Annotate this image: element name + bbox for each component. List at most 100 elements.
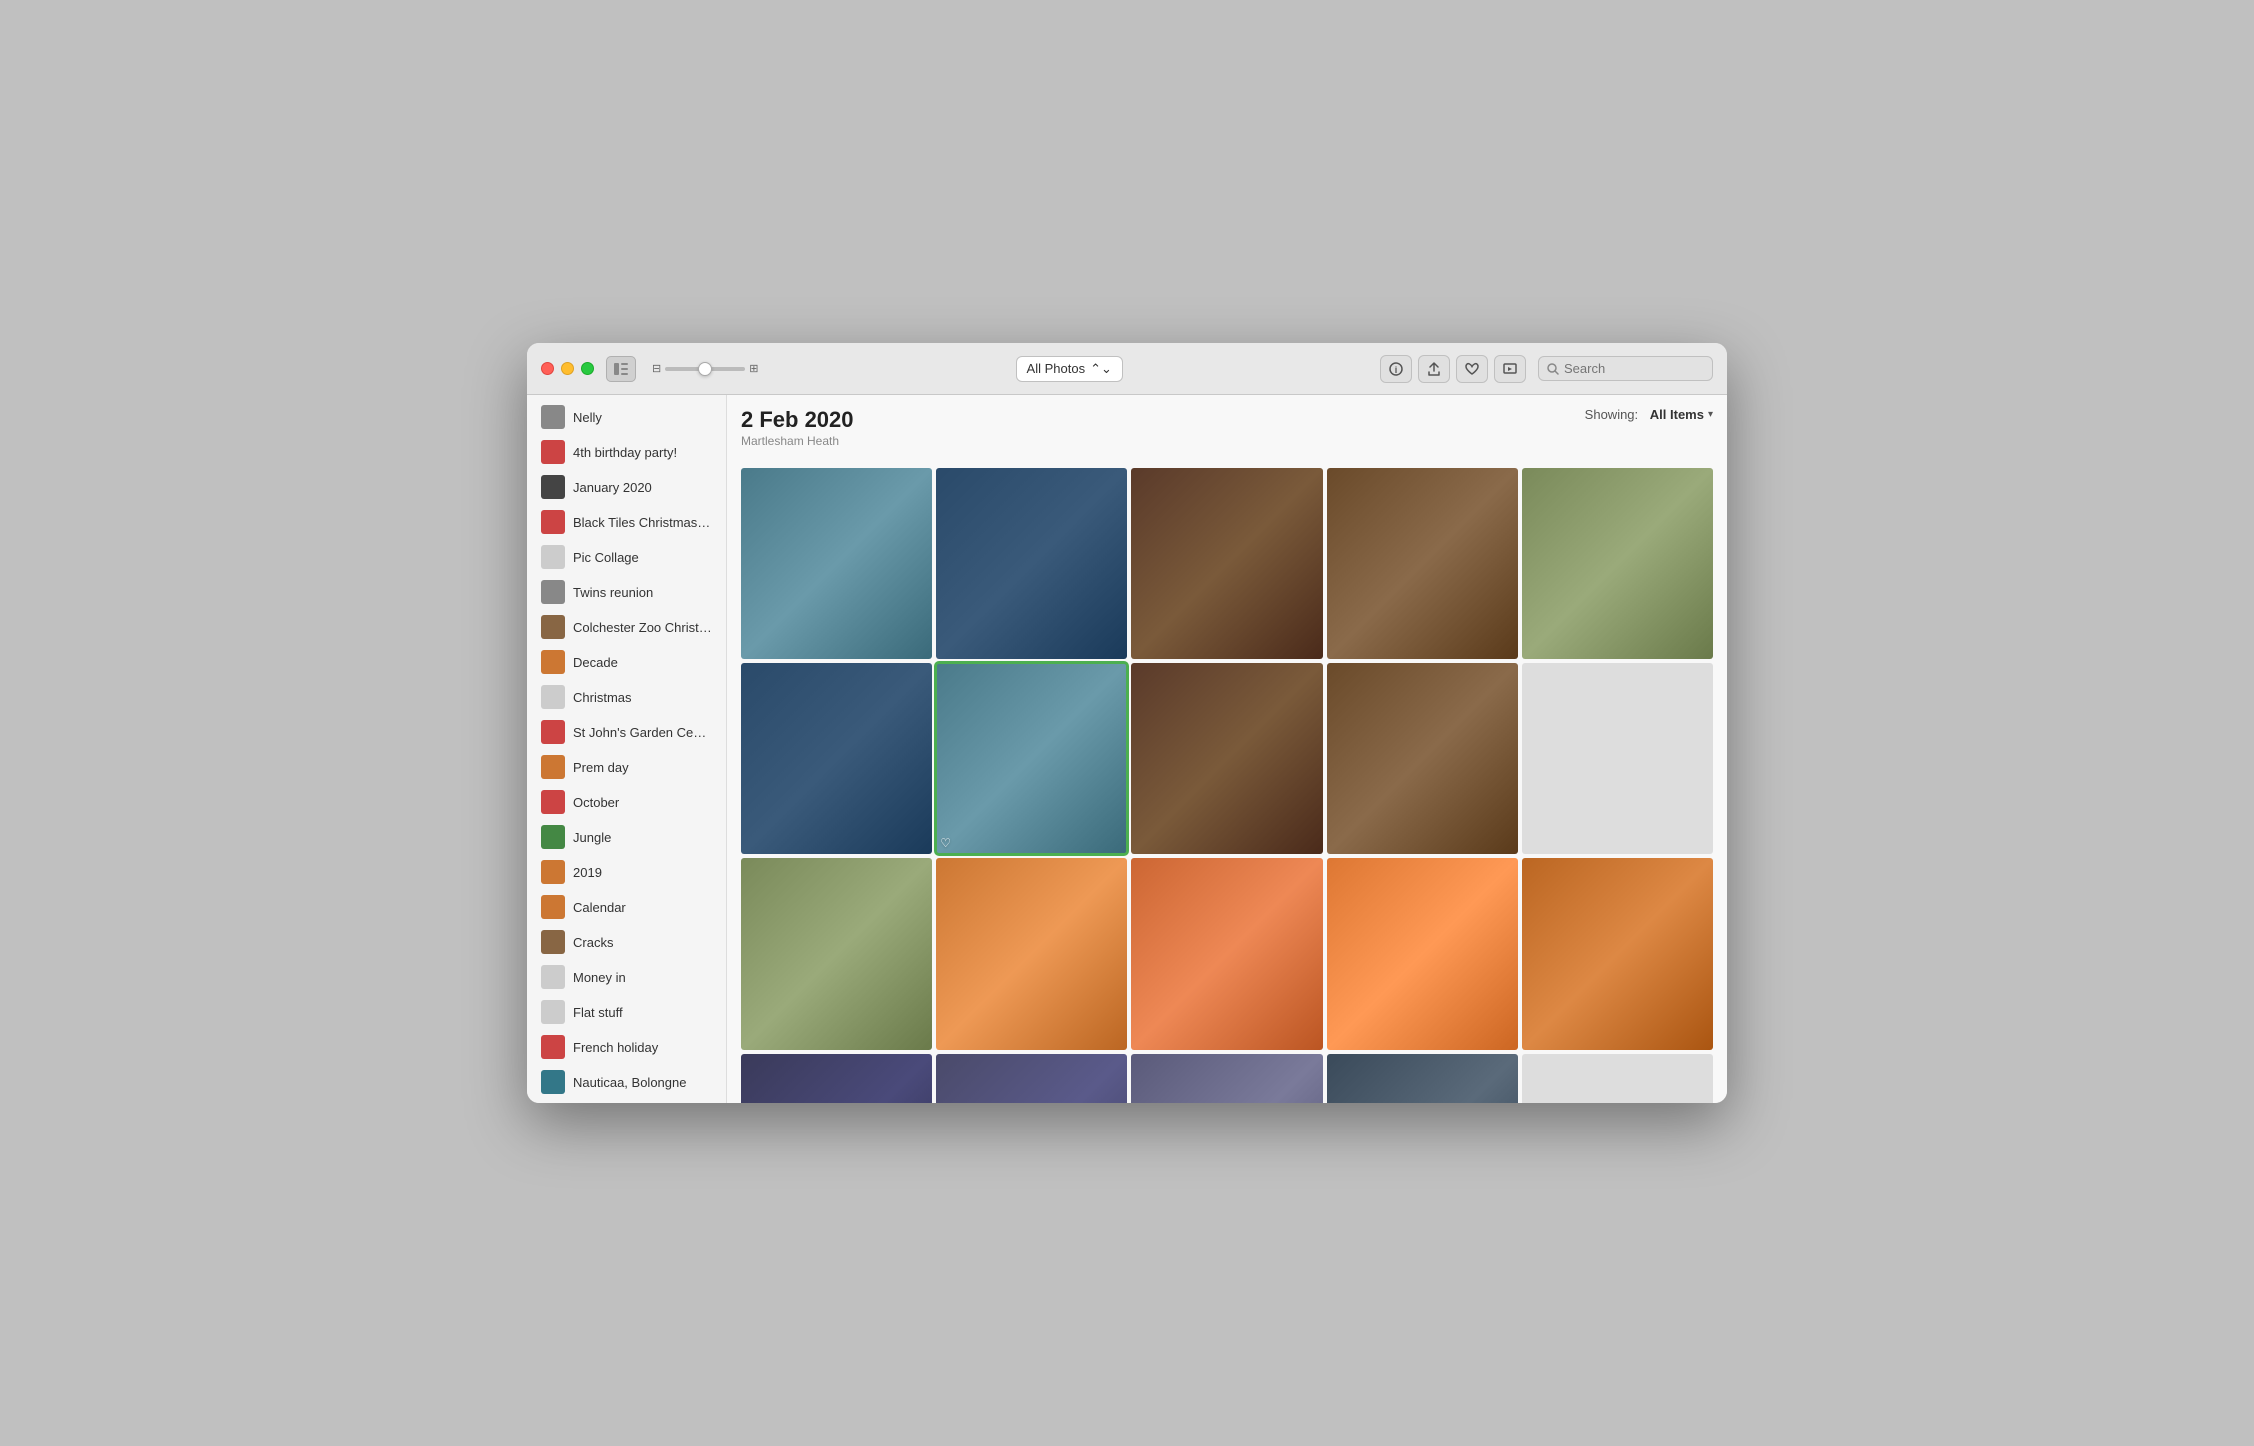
sidebar-item-label: October [573,795,712,810]
sidebar-item-label: Christmas [573,690,712,705]
sidebar-item-cracks[interactable]: Cracks [531,925,722,959]
showing-value: All Items [1650,407,1704,422]
photo-cell[interactable]: 1:30 [1131,1054,1322,1103]
sidebar-item-label: Nelly [573,410,712,425]
photo-grid: ♡ 1:300:16 [737,464,1717,1103]
photo-cell[interactable]: ♡ [936,663,1127,854]
favorite-button[interactable] [1456,355,1488,383]
photo-cell[interactable] [1522,1054,1713,1103]
sidebar-thumb [541,930,565,954]
sidebar-toggle-button[interactable] [606,356,636,382]
sidebar-item-twins-reunion[interactable]: Twins reunion [531,575,722,609]
sidebar-item-christmas[interactable]: Christmas [531,680,722,714]
sidebar-thumb [541,405,565,429]
photo-cell[interactable] [1131,858,1322,1049]
sidebar-thumb [541,1035,565,1059]
all-photos-dropdown[interactable]: All Photos ⌃⌄ [1016,356,1123,382]
app-window: ⊟ ⊞ All Photos ⌃⌄ i [527,343,1727,1103]
zoom-slider[interactable] [665,367,745,371]
showing-text: Showing: [1585,407,1638,422]
sidebar-item-january-2020[interactable]: January 2020 [531,470,722,504]
photo-cell[interactable] [741,858,932,1049]
search-input[interactable] [1564,361,1704,376]
sidebar-thumb [541,755,565,779]
sidebar-item-gardens-castles[interactable]: Gardens and Castles [531,1100,722,1103]
dropdown-chevron-icon: ⌃⌄ [1090,361,1112,377]
photo-cell[interactable] [1327,663,1518,854]
photo-cell[interactable] [1131,468,1322,659]
sidebar-item-french-holiday[interactable]: French holiday [531,1030,722,1064]
heart-icon: ♡ [940,836,951,850]
photo-cell[interactable] [936,858,1127,1049]
photo-area[interactable]: 2 Feb 2020 Martlesham Heath Showing: All… [727,395,1727,1103]
sidebar-item-nauticaa[interactable]: Nauticaa, Bolongne [531,1065,722,1099]
photo-cell[interactable] [936,1054,1127,1103]
search-box[interactable] [1538,356,1713,381]
photo-cell[interactable] [741,663,932,854]
sidebar-item-label: Jungle [573,830,712,845]
photo-cell[interactable] [741,1054,932,1103]
sidebar-item-pic-collage[interactable]: Pic Collage [531,540,722,574]
sidebar-item-black-tiles[interactable]: Black Tiles Christmas part... [531,505,722,539]
photo-cell[interactable] [936,468,1127,659]
photo-cell[interactable] [1131,663,1322,854]
traffic-lights [541,362,594,375]
photo-cell[interactable]: 0:16 [1327,1054,1518,1103]
photo-cell[interactable] [1522,663,1713,854]
photo-date: 2 Feb 2020 [741,407,854,433]
titlebar: ⊟ ⊞ All Photos ⌃⌄ i [527,343,1727,395]
sidebar-item-colchester-zoo[interactable]: Colchester Zoo Christmas [531,610,722,644]
close-button[interactable] [541,362,554,375]
search-icon [1547,363,1559,375]
sidebar-item-label: Decade [573,655,712,670]
sidebar-item-october[interactable]: October [531,785,722,819]
sidebar-item-st-johns[interactable]: St John's Garden Centre C... [531,715,722,749]
sidebar-item-label: Nauticaa, Bolongne [573,1075,712,1090]
sidebar-item-calendar[interactable]: Calendar [531,890,722,924]
sidebar-thumb [541,860,565,884]
sidebar-item-jungle[interactable]: Jungle [531,820,722,854]
zoom-in-icon: ⊞ [749,362,758,375]
slideshow-button[interactable] [1494,355,1526,383]
sidebar-thumb [541,790,565,814]
sidebar-item-label: Pic Collage [573,550,712,565]
info-button[interactable]: i [1380,355,1412,383]
sidebar-item-2019[interactable]: 2019 [531,855,722,889]
sidebar-item-label: Prem day [573,760,712,775]
sidebar-item-label: Black Tiles Christmas part... [573,515,712,530]
sidebar-thumb [541,965,565,989]
sidebar-item-label: Flat stuff [573,1005,712,1020]
sidebar-item-label: January 2020 [573,480,712,495]
showing-filter[interactable]: Showing: All Items ▾ [1585,407,1713,422]
sidebar-thumb [541,650,565,674]
sidebar-item-nelly[interactable]: Nelly [531,400,722,434]
all-photos-label: All Photos [1027,361,1086,376]
share-button[interactable] [1418,355,1450,383]
sidebar-thumb [541,825,565,849]
sidebar-item-label: 4th birthday party! [573,445,712,460]
sidebar-item-label: Calendar [573,900,712,915]
sidebar-item-4th-birthday[interactable]: 4th birthday party! [531,435,722,469]
photo-cell[interactable] [1327,858,1518,1049]
sidebar-item-flat-stuff[interactable]: Flat stuff [531,995,722,1029]
sidebar-item-prem-day[interactable]: Prem day [531,750,722,784]
sidebar-item-label: 2019 [573,865,712,880]
svg-text:i: i [1395,365,1398,375]
sidebar-thumb [541,720,565,744]
main-area: Nelly 4th birthday party! January 2020 Blac… [527,395,1727,1103]
sidebar-item-label: French holiday [573,1040,712,1055]
sidebar-item-label: Colchester Zoo Christmas [573,620,712,635]
maximize-button[interactable] [581,362,594,375]
toolbar-actions: i [1380,355,1526,383]
sidebar-item-decade[interactable]: Decade [531,645,722,679]
sidebar-item-money-in[interactable]: Money in [531,960,722,994]
sidebar-thumb [541,475,565,499]
photo-cell[interactable] [741,468,932,659]
sidebar-item-label: Money in [573,970,712,985]
sidebar-item-label: Cracks [573,935,712,950]
photo-cell[interactable] [1522,468,1713,659]
sidebar-item-label: St John's Garden Centre C... [573,725,712,740]
minimize-button[interactable] [561,362,574,375]
photo-cell[interactable] [1327,468,1518,659]
photo-cell[interactable] [1522,858,1713,1049]
